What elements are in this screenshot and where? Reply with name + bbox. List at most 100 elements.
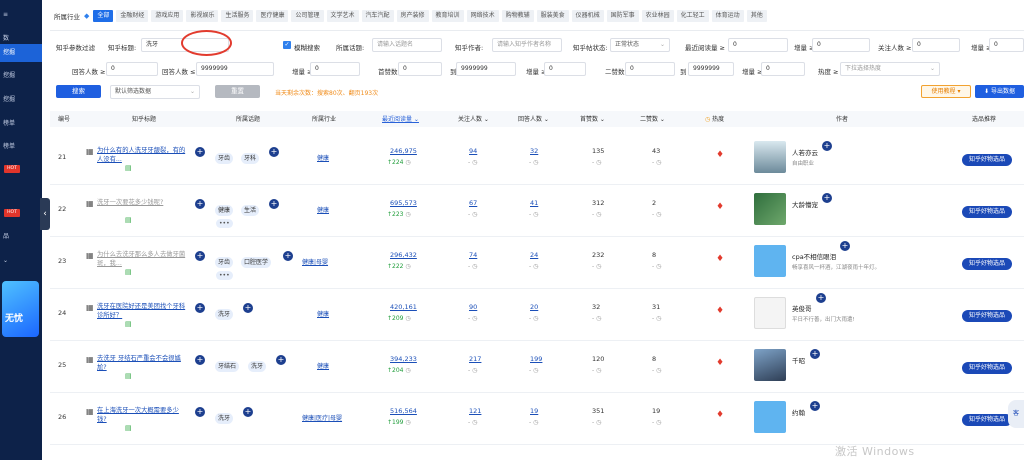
industry-link[interactable]: 健康 [317, 361, 329, 370]
add-icon[interactable]: + [195, 147, 205, 157]
industry-tag[interactable]: 汽车汽配 [361, 10, 394, 22]
topic-tag[interactable]: 洗牙 [215, 309, 234, 320]
document-icon[interactable]: ▤ [125, 164, 132, 172]
add-topic-icon[interactable]: + [243, 407, 253, 417]
second-likes-from-input[interactable]: 0 [625, 62, 675, 76]
author-avatar[interactable] [754, 245, 786, 277]
topic-tag[interactable]: 牙科 [241, 153, 260, 164]
follow-author-icon[interactable]: + [840, 241, 850, 251]
status-select[interactable]: 正常状态 ⌄ [610, 38, 670, 52]
sidebar-item-7[interactable]: 品 [0, 228, 42, 246]
answers-value[interactable]: 20 [530, 303, 538, 311]
recent-reads-value[interactable]: 695,573 [390, 199, 417, 207]
increase-input-1[interactable]: 0 [812, 38, 870, 52]
followers-input[interactable]: 0 [912, 38, 960, 52]
followers-value[interactable]: 90 [469, 303, 477, 311]
goods-recommend-button[interactable]: 知乎好物选品 [962, 310, 1012, 322]
increase-input-4[interactable]: 0 [544, 62, 586, 76]
increase-input-5[interactable]: 0 [761, 62, 805, 76]
topic-input[interactable]: 请输入话题名 [372, 38, 442, 52]
recent-reads-value[interactable]: 246,975 [390, 147, 417, 155]
follow-author-icon[interactable]: + [822, 141, 832, 151]
qr-icon[interactable]: ▦ [86, 147, 94, 156]
author-name[interactable]: cpa不相信眼泪 [792, 251, 836, 261]
qr-icon[interactable]: ▦ [86, 355, 94, 364]
industry-tag[interactable]: 服装美食 [536, 10, 569, 22]
add-topic-icon[interactable]: + [269, 147, 279, 157]
recent-reads-value[interactable]: 296,432 [390, 251, 417, 259]
second-likes-to-input[interactable]: 9999999 [688, 62, 734, 76]
author-name[interactable]: 英俊哥 [792, 303, 812, 313]
qr-icon[interactable]: ▦ [86, 251, 94, 260]
answers-value[interactable]: 199 [530, 355, 542, 363]
add-icon[interactable]: + [195, 355, 205, 365]
answers-input[interactable]: 0 [106, 62, 158, 76]
industry-tag[interactable]: 农业林园 [641, 10, 674, 22]
industry-link[interactable]: 健康|母婴 [302, 257, 328, 266]
answers-value[interactable]: 32 [530, 147, 538, 155]
add-topic-icon[interactable]: + [276, 355, 286, 365]
follow-author-icon[interactable]: + [810, 349, 820, 359]
author-name[interactable]: 大龄懵宠 [792, 199, 818, 209]
followers-value[interactable]: 94 [469, 147, 477, 155]
topic-tag[interactable]: 口腔医学 [241, 257, 272, 268]
followers-value[interactable]: 121 [469, 407, 481, 415]
goods-recommend-button[interactable]: 知乎好物选品 [962, 258, 1012, 270]
industry-tag[interactable]: 网络技术 [466, 10, 499, 22]
sidebar-item-6[interactable]: 榜单 [0, 138, 42, 156]
reset-button[interactable]: 重置 [215, 85, 260, 98]
col-second-likes[interactable]: 二赞数 ⌄ [640, 114, 665, 123]
topic-tag[interactable]: 洗牙 [248, 361, 267, 372]
sidebar-collapse-chevron-icon[interactable]: ‹ [40, 198, 50, 230]
col-followers[interactable]: 关注人数 ⌄ [458, 114, 489, 123]
author-avatar[interactable] [754, 401, 786, 433]
industry-tag[interactable]: 生活服务 [221, 10, 254, 22]
goods-recommend-button[interactable]: 知乎好物选品 [962, 206, 1012, 218]
industry-tag[interactable]: 化工轻工 [676, 10, 709, 22]
goods-recommend-button[interactable]: 知乎好物选品 [962, 154, 1012, 166]
followers-value[interactable]: 67 [469, 199, 477, 207]
export-button[interactable]: ⬇ 导出数据 [975, 85, 1024, 98]
heat-select[interactable]: 下拉选择热度 ⌄ [840, 62, 940, 76]
first-likes-from-input[interactable]: 0 [398, 62, 442, 76]
document-icon[interactable]: ▤ [125, 320, 132, 328]
add-icon[interactable]: + [195, 303, 205, 313]
author-avatar[interactable] [754, 349, 786, 381]
customer-service-floater[interactable]: 客 [1008, 400, 1024, 428]
document-icon[interactable]: ▤ [125, 424, 132, 432]
industry-tag[interactable]: 房产装修 [396, 10, 429, 22]
recent-reads-value[interactable]: 420,161 [390, 303, 417, 311]
sidebar-item-8[interactable]: ⌄ [0, 252, 42, 270]
author-avatar[interactable] [754, 141, 786, 173]
first-likes-to-input[interactable]: 9999999 [456, 62, 516, 76]
question-title-link[interactable]: 在上海洗牙一次大概需要多少钱? [97, 406, 187, 424]
industry-tag[interactable]: 其他 [746, 10, 767, 22]
industry-tag[interactable]: 体育运动 [711, 10, 744, 22]
topic-tag[interactable]: 牙齿 [215, 153, 234, 164]
topic-tag[interactable]: 生活 [241, 205, 260, 216]
document-icon[interactable]: ▤ [125, 216, 132, 224]
sort-select[interactable]: 默认筛选数据 ⌄ [110, 85, 200, 99]
author-avatar[interactable] [754, 297, 786, 329]
search-button[interactable]: 搜索 [56, 85, 101, 98]
followers-value[interactable]: 74 [469, 251, 477, 259]
tutorial-button[interactable]: 使用教程 ▾ [921, 85, 971, 98]
industry-tag[interactable]: 仪器机械 [571, 10, 604, 22]
sidebar-promo-banner[interactable]: 无忧 [2, 281, 39, 337]
question-title-link[interactable]: 去洗牙 牙结石严重会不会很尴尬? [97, 354, 187, 372]
industry-tag[interactable]: 医疗健康 [256, 10, 289, 22]
qr-icon[interactable]: ▦ [86, 407, 94, 416]
col-recent-reads[interactable]: 最近阅读量 ⌄ [382, 114, 419, 123]
col-first-likes[interactable]: 首赞数 ⌄ [580, 114, 605, 123]
topic-tag[interactable]: 健康 [215, 205, 234, 216]
industry-link[interactable]: 健康 [317, 309, 329, 318]
sidebar-item-2[interactable]: 挖掘 [0, 44, 42, 62]
add-icon[interactable]: + [195, 251, 205, 261]
industry-tag[interactable]: 影视娱乐 [186, 10, 219, 22]
qr-icon[interactable]: ▦ [86, 303, 94, 312]
follow-author-icon[interactable]: + [822, 193, 832, 203]
increase-input-2[interactable]: 0 [989, 38, 1024, 52]
sidebar-item-5[interactable]: 榜单 [0, 115, 42, 133]
topic-tag[interactable]: 牙齿 [215, 257, 234, 268]
question-title-link[interactable]: 洗牙一次要花多少钱呢? [97, 198, 187, 207]
